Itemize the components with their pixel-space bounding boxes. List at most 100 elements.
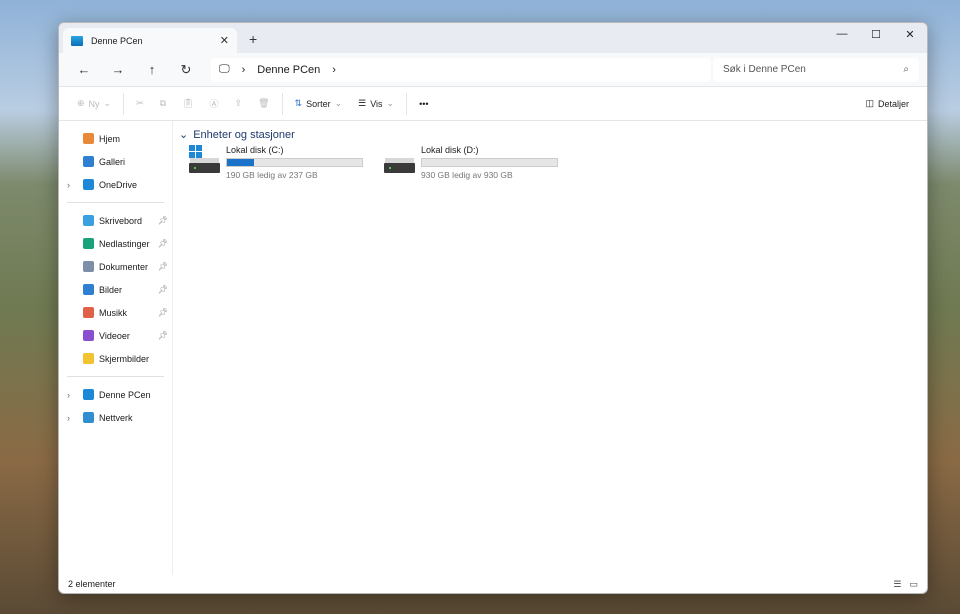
divider [67,202,164,203]
search-icon: ⌕ [903,64,909,75]
pin-icon[interactable]: 📌︎ [158,308,168,317]
details-label: Detaljer [877,98,909,109]
new-tab-button[interactable]: + [249,31,257,47]
drive-name: Lokal disk (D:) [421,145,479,155]
folder-icon [83,389,94,400]
share-icon: ⇪ [234,98,243,108]
search-input[interactable]: Søk i Denne PCen ⌕ [713,57,919,82]
back-button[interactable]: ← [67,62,101,77]
cut-button[interactable]: ✂ [128,92,152,116]
sidebar-item-label: Galleri [99,156,126,167]
pin-icon[interactable]: 📌︎ [158,239,168,248]
chevron-right-icon[interactable]: › [332,64,336,76]
close-window-button[interactable]: ✕ [893,23,927,45]
hard-drive-icon [189,145,220,173]
address-bar[interactable]: 🖵 › Denne PCen › [211,57,711,82]
copy-icon: ⧉ [159,98,167,108]
drive-size: 190 GB ledig av 237 GB [226,170,318,180]
pin-icon[interactable]: 📌︎ [158,285,168,294]
folder-icon [83,156,94,167]
breadcrumb-denne-pcen[interactable]: Denne PCen [257,64,320,76]
copy-button[interactable]: ⧉ [152,92,174,116]
drive-name: Lokal disk (C:) [226,145,284,155]
search-placeholder: Søk i Denne PCen [723,64,806,75]
folder-icon [83,215,94,226]
folder-icon [83,284,94,295]
new-label: Ny [88,98,100,109]
drive-item[interactable]: Lokal disk (D:) 930 GB ledig av 930 GB [384,145,569,180]
folder-icon [83,261,94,272]
folder-icon [83,412,94,423]
sidebar-item-dokumenter[interactable]: Dokumenter 📌︎ [59,255,172,278]
minimize-button[interactable]: — [825,23,859,45]
folder-icon [83,238,94,249]
tiles-view-icon[interactable]: ▭ [909,579,918,590]
plus-circle-icon: ⊕ [77,98,85,108]
monitor-icon: 🖵 [219,63,230,75]
chevron-down-icon: ⌄ [103,98,112,108]
details-view-icon[interactable]: ☰ [893,579,901,590]
folder-icon [83,133,94,144]
sidebar-item-galleri[interactable]: Galleri [59,150,172,173]
sidebar-item-label: Hjem [99,133,121,144]
sidebar-item-label: Musikk [99,307,128,318]
pin-icon[interactable]: 📌︎ [158,262,168,271]
refresh-button[interactable]: ↻ [169,62,203,78]
sidebar-item-nedlastinger[interactable]: Nedlastinger 📌︎ [59,232,172,255]
delete-button[interactable]: 🗑︎ [250,92,277,116]
chevron-down-icon: ⌄ [386,98,395,108]
divider [67,376,164,377]
view-button[interactable]: ☰ Vis ⌄ [350,92,402,116]
divider [281,92,283,115]
drive-usage-bar [421,158,558,167]
trash-icon: 🗑︎ [258,98,270,108]
folder-icon [83,353,94,364]
tab-denne-pcen[interactable]: Denne PCen ✕ [63,28,237,53]
chevron-right-icon[interactable]: › [67,390,70,400]
forward-button[interactable]: → [101,62,135,77]
navigation-bar: ← → ↑ ↻ 🖵 › Denne PCen › Søk i Denne PCe… [59,53,927,87]
sidebar-item-label: Videoer [99,330,130,341]
item-count: 2 elementer [68,579,116,589]
sidebar-item-skrivebord[interactable]: Skrivebord 📌︎ [59,209,172,232]
share-button[interactable]: ⇪ [227,92,251,116]
sidebar-item-label: Skrivebord [99,215,143,226]
view-label: Vis [370,98,383,109]
paste-button[interactable]: 📋︎ [174,92,201,116]
more-options-button[interactable]: ••• [411,92,436,116]
drive-usage-bar [226,158,363,167]
maximize-button[interactable]: ☐ [859,23,893,45]
computer-icon [71,35,83,46]
sidebar-item-skjermbilder[interactable]: Skjermbilder [59,347,172,370]
sidebar-item-nettverk[interactable]: › Nettverk [59,406,172,429]
view-list-icon: ☰ [358,98,367,108]
sidebar-item-hjem[interactable]: Hjem [59,127,172,150]
sort-button[interactable]: ⇅ Sorter ⌄ [287,92,351,116]
folder-icon [83,307,94,318]
group-header[interactable]: ⌄ Enheter og stasjoner [179,128,927,142]
status-bar: 2 elementer ☰ ▭ [59,575,927,593]
chevron-right-icon[interactable]: › [67,180,70,190]
chevron-right-icon[interactable]: › [67,413,70,423]
sidebar-item-bilder[interactable]: Bilder 📌︎ [59,278,172,301]
close-tab-icon[interactable]: ✕ [220,34,229,47]
windows-logo-icon [189,145,202,158]
sidebar-item-onedrive[interactable]: › OneDrive [59,173,172,196]
sidebar-item-denne-pcen[interactable]: › Denne PCen [59,383,172,406]
chevron-down-icon: ⌄ [334,98,343,108]
up-button[interactable]: ↑ [135,62,169,77]
tab-title: Denne PCen [91,35,143,46]
file-explorer-window: Denne PCen ✕ + — ☐ ✕ ← → ↑ ↻ 🖵 › Denne P… [58,22,928,594]
clipboard-icon: 📋︎ [182,98,194,108]
folder-icon [83,179,94,190]
details-pane-button[interactable]: ◫ Detaljer [857,92,917,116]
drive-item[interactable]: Lokal disk (C:) 190 GB ledig av 237 GB [189,145,374,180]
rename-button[interactable]: Ⓐ [202,92,227,116]
new-button[interactable]: ⊕ Ny ⌄ [69,92,119,116]
sidebar-item-label: Denne PCen [99,389,151,400]
sort-icon: ⇅ [294,98,303,108]
pin-icon[interactable]: 📌︎ [158,331,168,340]
pin-icon[interactable]: 📌︎ [158,216,168,225]
sidebar-item-videoer[interactable]: Videoer 📌︎ [59,324,172,347]
sidebar-item-musikk[interactable]: Musikk 📌︎ [59,301,172,324]
